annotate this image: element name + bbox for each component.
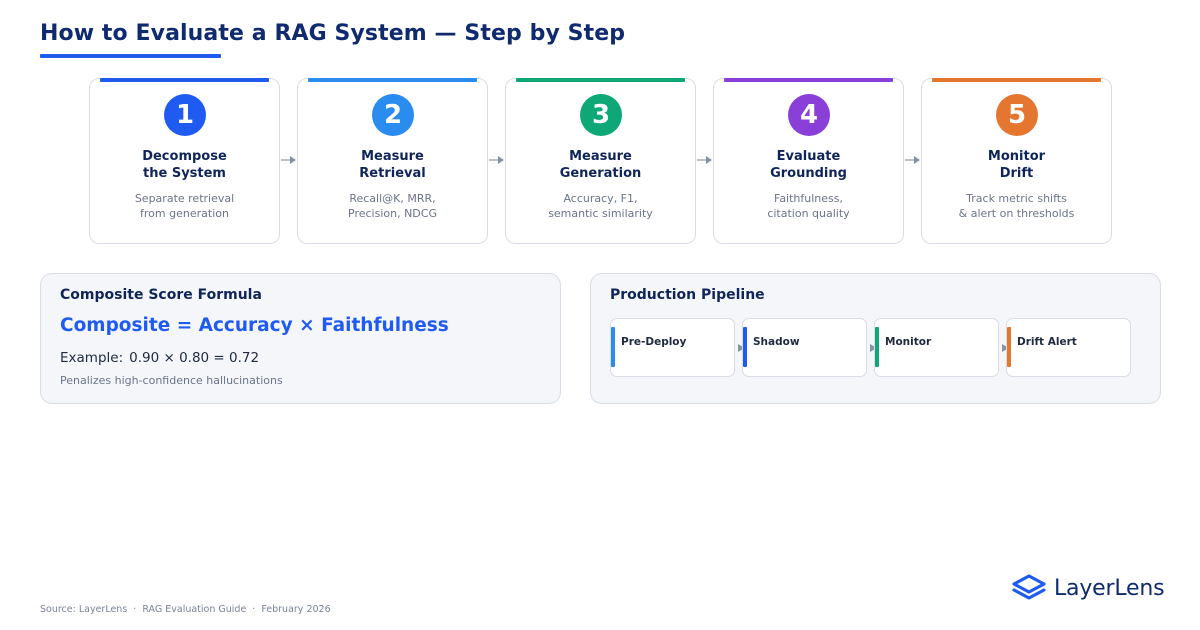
step-accent-bar [932,78,1101,82]
stage-accent-bar [875,327,879,367]
step-accent-bar [308,78,477,82]
step-description: Recall@K, MRR, Precision, NDCG [348,192,437,220]
step-number-badge: 4 [788,94,830,136]
arrow-right-icon [281,156,296,164]
step-description: Faithfulness, citation quality [767,192,850,220]
page-title: How to Evaluate a RAG System — Step by S… [40,21,626,46]
step-accent-bar [516,78,685,82]
pipeline-stage-monitor: Monitor [874,318,999,377]
step-card-3: 3 Measure Generation Accuracy, F1, semanti… [505,78,696,244]
step-card-2: 2 Measure Retrieval Recall@K, MRR, Precisi… [297,78,488,244]
composite-score-panel: Composite Score Formula Composite = Accu… [40,273,561,404]
date-text: February 2026 [261,604,331,615]
step-number-badge: 3 [580,94,622,136]
stage-label: Pre-Deploy [621,336,687,348]
guide-text: RAG Evaluation Guide [142,604,247,615]
step-accent-bar [100,78,269,82]
panel-title: Composite Score Formula [60,287,262,303]
arrow-right-icon [489,156,504,164]
step-accent-bar [724,78,893,82]
step-card-1: 1 Decompose the System Separate retrieval… [89,78,280,244]
composite-formula: Composite = Accuracy × Faithfulness [60,315,449,336]
step-description: Track metric shifts & alert on thresholds [958,192,1075,220]
step-card-5: 5 Monitor Drift Track metric shifts & aler… [921,78,1112,244]
step-description: Accuracy, F1, semantic similarity [548,192,653,220]
brand-name: LayerLens [1054,575,1165,601]
step-number-badge: 2 [372,94,414,136]
production-pipeline-panel: Production Pipeline Pre-Deploy Shadow Mo… [590,273,1161,404]
stage-label: Drift Alert [1017,336,1077,348]
pipeline-stage-pre-deploy: Pre-Deploy [610,318,735,377]
formula-example: Example: 0.90 × 0.80 = 0.72 [60,350,259,366]
step-title: Measure Retrieval [359,149,426,181]
step-description: Separate retrieval from generation [134,192,235,220]
source-text: Source: LayerLens [40,604,128,615]
example-value: 0.90 × 0.80 = 0.72 [129,350,260,366]
step-title: Evaluate Grounding [770,149,847,181]
stage-label: Shadow [753,336,800,348]
example-label: Example: [60,350,124,366]
brand-logo: LayerLens [1011,573,1165,603]
stage-accent-bar [611,327,615,367]
pipeline-stage-drift-alert: Drift Alert [1006,318,1131,377]
step-number-badge: 5 [996,94,1038,136]
step-title: Monitor Drift [987,149,1046,181]
arrow-right-icon [697,156,712,164]
step-number-badge: 1 [164,94,206,136]
stage-label: Monitor [885,336,932,348]
stage-accent-bar [1007,327,1011,367]
step-title: Measure Generation [559,149,642,181]
pipeline-stage-shadow: Shadow [742,318,867,377]
layers-logo-icon [1012,574,1046,600]
panel-title: Production Pipeline [610,287,765,303]
step-card-4: 4 Evaluate Grounding Faithfulness, citatio… [713,78,904,244]
arrow-right-icon [905,156,920,164]
title-underline [40,54,221,58]
footer-source: Source: LayerLens · RAG Evaluation Guide · F… [40,604,331,615]
stage-accent-bar [743,327,747,367]
formula-note: Penalizes high-confidence hallucinations [60,374,283,387]
step-title: Decompose the System [142,149,227,181]
